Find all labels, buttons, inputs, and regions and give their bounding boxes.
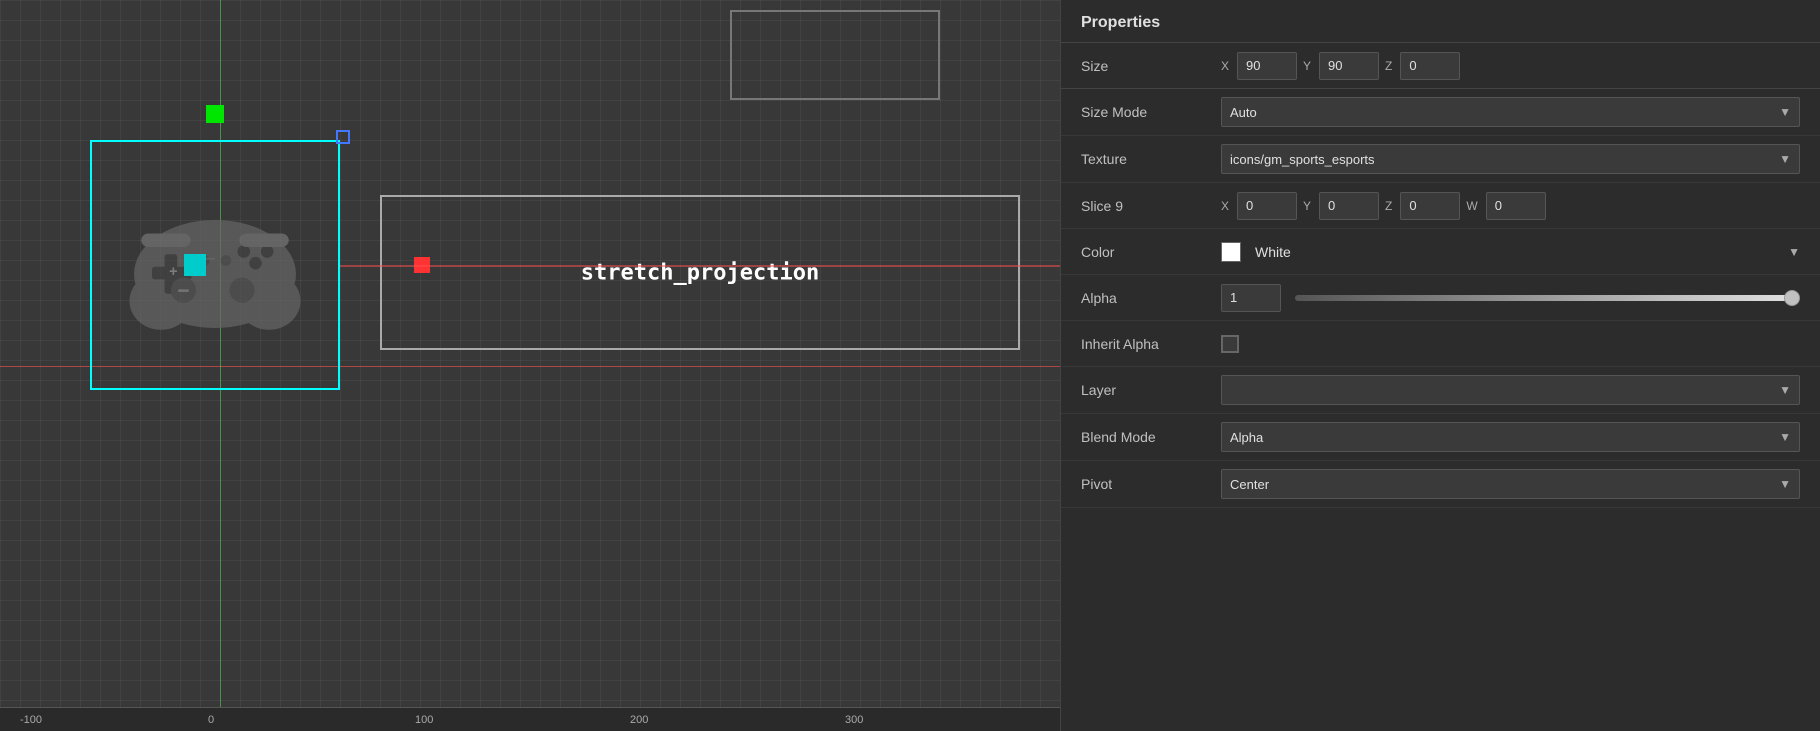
blend-mode-row: Blend Mode Alpha ▼: [1061, 414, 1820, 461]
texture-value: icons/gm_sports_esports ▼: [1221, 144, 1800, 174]
panel-title: Properties: [1061, 0, 1820, 43]
pivot-dropdown[interactable]: Center ▼: [1221, 469, 1800, 499]
stretch-projection-label: stretch_projection: [581, 260, 819, 285]
blend-mode-value: Alpha ▼: [1221, 422, 1800, 452]
texture-arrow: ▼: [1779, 152, 1791, 166]
color-row: Color White ▼: [1061, 229, 1820, 275]
alpha-slider[interactable]: [1295, 295, 1792, 301]
slice9-z-input[interactable]: [1400, 192, 1460, 220]
texture-dropdown-text: icons/gm_sports_esports: [1230, 152, 1375, 167]
slice9-w-label: W: [1466, 199, 1477, 213]
pivot-dropdown-text: Center: [1230, 477, 1269, 492]
size-mode-label: Size Mode: [1081, 104, 1221, 120]
y-axis-label: Y: [1303, 59, 1311, 73]
pivot-value: Center ▼: [1221, 469, 1800, 499]
size-x-input[interactable]: [1237, 52, 1297, 80]
inherit-alpha-label: Inherit Alpha: [1081, 336, 1221, 352]
pivot-arrow: ▼: [1779, 477, 1791, 491]
texture-row: Texture icons/gm_sports_esports ▼: [1061, 136, 1820, 183]
color-value: White ▼: [1221, 242, 1800, 262]
size-row: Size X Y Z: [1061, 43, 1820, 89]
color-dropdown-arrow: ▼: [1788, 245, 1800, 259]
alpha-input[interactable]: [1221, 284, 1281, 312]
slice9-z-label: Z: [1385, 199, 1392, 213]
texture-dropdown[interactable]: icons/gm_sports_esports ▼: [1221, 144, 1800, 174]
blend-mode-label: Blend Mode: [1081, 429, 1221, 445]
slice9-y-label: Y: [1303, 199, 1311, 213]
sprite-node[interactable]: +: [90, 140, 340, 390]
ruler-label-200: 200: [630, 714, 648, 726]
z-axis-label: Z: [1385, 59, 1392, 73]
size-mode-dropdown-text: Auto: [1230, 105, 1257, 120]
blend-mode-dropdown[interactable]: Alpha ▼: [1221, 422, 1800, 452]
inherit-alpha-value: [1221, 335, 1800, 353]
pivot-row: Pivot Center ▼: [1061, 461, 1820, 508]
slice9-row: Slice 9 X Y Z W: [1061, 183, 1820, 229]
layer-row: Layer ▼: [1061, 367, 1820, 414]
ruler-label-300: 300: [845, 714, 863, 726]
size-y-input[interactable]: [1319, 52, 1379, 80]
size-mode-row: Size Mode Auto ▼: [1061, 89, 1820, 136]
x-axis-label: X: [1221, 59, 1229, 73]
handle-green-top[interactable]: [206, 105, 224, 123]
canvas-area[interactable]: stretch_projection +: [0, 0, 1060, 731]
properties-panel: Properties Size X Y Z Size Mode Auto ▼ T…: [1060, 0, 1820, 731]
ruler-bottom: -100 0 100 200 300: [0, 707, 1060, 731]
layer-arrow: ▼: [1779, 383, 1791, 397]
blend-mode-arrow: ▼: [1779, 430, 1791, 444]
layer-label: Layer: [1081, 382, 1221, 398]
alpha-label: Alpha: [1081, 290, 1221, 306]
top-rect: [730, 10, 940, 100]
slice9-label: Slice 9: [1081, 198, 1221, 214]
size-mode-arrow: ▼: [1779, 105, 1791, 119]
texture-label: Texture: [1081, 151, 1221, 167]
layer-value: ▼: [1221, 375, 1800, 405]
inherit-alpha-row: Inherit Alpha: [1061, 321, 1820, 367]
ruler-label-0: 0: [208, 714, 214, 726]
handle-blue-topright[interactable]: [336, 130, 350, 144]
inherit-alpha-checkbox[interactable]: [1221, 335, 1239, 353]
size-label: Size: [1081, 58, 1221, 74]
slice9-x-input[interactable]: [1237, 192, 1297, 220]
handle-cyan-center[interactable]: [184, 254, 206, 276]
sprite-selection-box: [90, 140, 340, 390]
size-z-input[interactable]: [1400, 52, 1460, 80]
ruler-label-neg100: -100: [20, 714, 42, 726]
ruler-label-100: 100: [415, 714, 433, 726]
alpha-row: Alpha: [1061, 275, 1820, 321]
size-mode-dropdown[interactable]: Auto ▼: [1221, 97, 1800, 127]
size-mode-value: Auto ▼: [1221, 97, 1800, 127]
slice9-value: X Y Z W: [1221, 192, 1800, 220]
size-value: X Y Z: [1221, 52, 1800, 80]
color-name: White: [1255, 244, 1782, 260]
slice9-y-input[interactable]: [1319, 192, 1379, 220]
alpha-slider-thumb[interactable]: [1784, 290, 1800, 306]
blend-mode-dropdown-text: Alpha: [1230, 430, 1263, 445]
pivot-label: Pivot: [1081, 476, 1221, 492]
color-swatch[interactable]: [1221, 242, 1241, 262]
alpha-value: [1221, 284, 1800, 312]
slice9-x-label: X: [1221, 199, 1229, 213]
layer-dropdown[interactable]: ▼: [1221, 375, 1800, 405]
red-axis-line: [340, 265, 1060, 267]
color-label: Color: [1081, 244, 1221, 260]
slice9-w-input[interactable]: [1486, 192, 1546, 220]
stretch-projection-box: stretch_projection: [380, 195, 1020, 350]
